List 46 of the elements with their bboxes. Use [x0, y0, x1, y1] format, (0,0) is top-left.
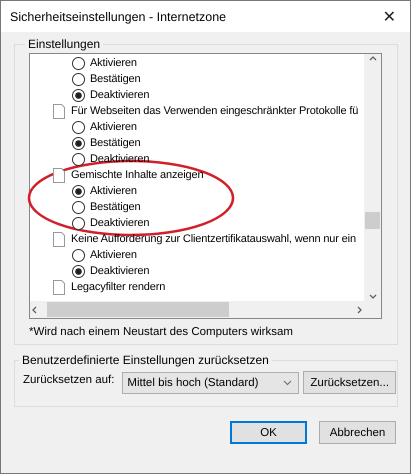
- radio-button[interactable]: [72, 200, 85, 214]
- option-label[interactable]: Aktivieren: [90, 57, 137, 69]
- group-title: Benutzerdefinierte Einstellungen zurücksetzen: [21, 353, 270, 367]
- settings-list[interactable]: [29, 53, 382, 319]
- setting-label: Für Webseiten das Verwenden eingeschränkter Protokolle fü: [71, 105, 358, 117]
- option-label[interactable]: Deaktivieren: [90, 217, 150, 229]
- radio-button[interactable]: [72, 152, 85, 166]
- page-icon: [53, 232, 65, 246]
- scrollbar-thumb[interactable]: [47, 302, 229, 317]
- group-title: Einstellungen: [27, 37, 102, 51]
- page-icon: [53, 280, 65, 294]
- page-icon: [53, 168, 65, 182]
- option-label[interactable]: Aktivieren: [90, 121, 137, 133]
- radio-button[interactable]: [72, 264, 85, 278]
- vertical-scrollbar[interactable]: [364, 54, 381, 301]
- option-label[interactable]: Bestätigen: [90, 201, 140, 213]
- setting-label: Keine Aufforderung zur Clientzertifikatauswahl, wenn nur ein: [71, 233, 356, 245]
- page-icon: [53, 104, 65, 118]
- window-title: Sicherheitseinstellungen - Internetzone: [10, 10, 226, 24]
- setting-label: Gemischte Inhalte anzeigen: [71, 169, 204, 181]
- option-label[interactable]: Deaktivieren: [90, 265, 150, 277]
- radio-button[interactable]: [72, 248, 85, 262]
- radio-button[interactable]: [72, 184, 85, 198]
- radio-button[interactable]: [72, 88, 85, 102]
- option-label[interactable]: Deaktivieren: [90, 89, 150, 101]
- radio-button[interactable]: [72, 216, 85, 230]
- radio-button[interactable]: [72, 72, 85, 86]
- radio-button[interactable]: [72, 136, 85, 150]
- close-button[interactable]: ✕: [378, 7, 400, 26]
- reset-button[interactable]: Zurücksetzen...: [303, 371, 396, 394]
- radio-button[interactable]: [72, 120, 85, 134]
- chevron-down-icon: [283, 380, 292, 386]
- dropdown-value: Mittel bis hoch (Standard): [127, 376, 258, 388]
- level-dropdown[interactable]: Mittel bis hoch (Standard): [122, 372, 300, 394]
- reset-label: Zurücksetzen auf:: [23, 374, 114, 386]
- option-label[interactable]: Aktivieren: [90, 249, 137, 261]
- ok-button[interactable]: OK: [230, 421, 307, 444]
- setting-label: Legacyfilter rendern: [71, 281, 166, 293]
- horizontal-scrollbar[interactable]: [30, 301, 364, 318]
- restart-note: *Wird nach einem Neustart des Computers wirksam: [29, 326, 294, 338]
- cancel-button[interactable]: Abbrechen: [319, 421, 396, 444]
- radio-button[interactable]: [72, 56, 85, 70]
- option-label[interactable]: Bestätigen: [90, 73, 140, 85]
- scrollbar-thumb[interactable]: [365, 212, 380, 229]
- option-label[interactable]: Bestätigen: [90, 137, 140, 149]
- option-label[interactable]: Aktivieren: [90, 185, 137, 197]
